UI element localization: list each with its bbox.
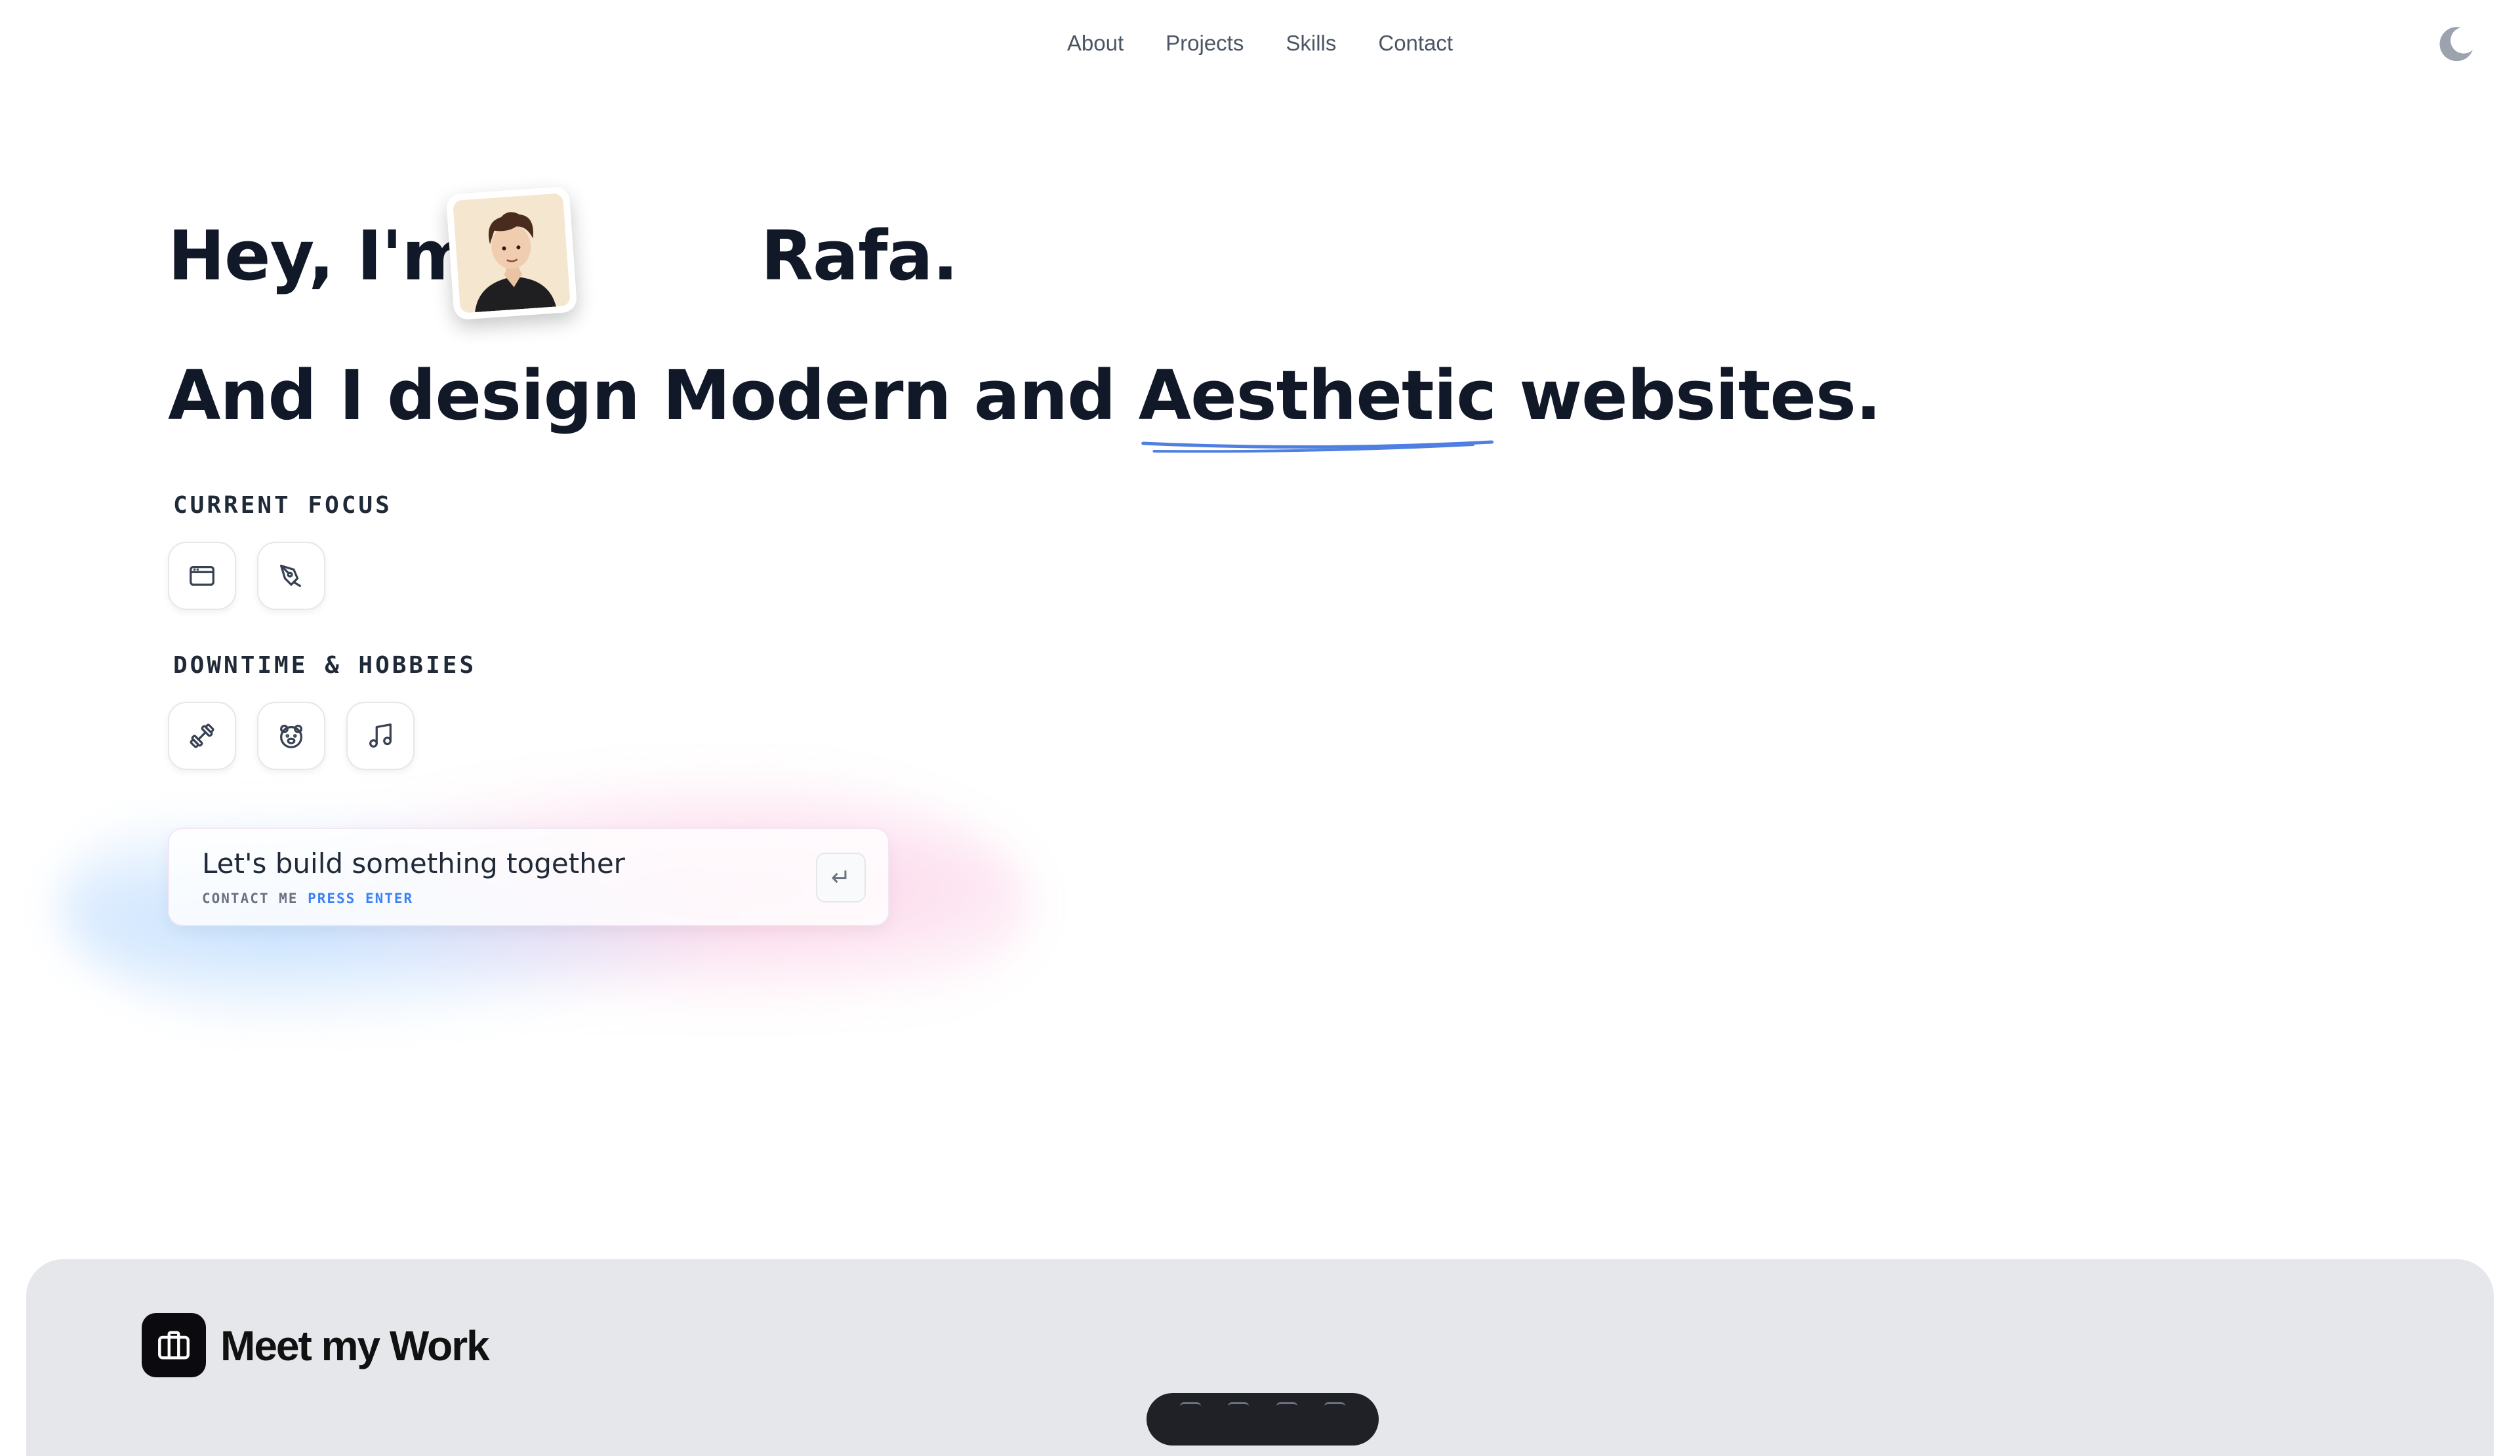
focus-design-tile[interactable] xyxy=(257,542,325,610)
nav-link-about[interactable]: About xyxy=(1067,25,1124,62)
nav-link-projects[interactable]: Projects xyxy=(1166,25,1244,62)
scribble-underline xyxy=(1141,440,1494,453)
avatar xyxy=(445,186,578,321)
enter-key-button[interactable]: ↵ xyxy=(816,853,866,902)
tagline-start: And I design Modern and xyxy=(168,355,1139,435)
music-note-icon xyxy=(369,723,392,748)
focus-web-tile[interactable] xyxy=(168,542,236,610)
cta-subtitle: CONTACT ME PRESS ENTER xyxy=(202,891,413,906)
tagline-highlight: Aesthetic xyxy=(1139,355,1497,453)
hobbies-label: DOWNTIME & HOBBIES xyxy=(173,652,477,679)
theme-toggle-button[interactable] xyxy=(2435,22,2477,64)
avatar-illustration xyxy=(453,193,571,313)
tagline-end: websites. xyxy=(1495,355,1881,435)
browser-window-icon xyxy=(190,565,214,586)
top-nav: About Projects Skills Contact xyxy=(0,25,2520,62)
hobby-pets-tile[interactable] xyxy=(257,702,325,770)
work-section: Meet my Work xyxy=(26,1259,2494,1456)
briefcase-icon xyxy=(142,1313,206,1377)
current-focus-label: CURRENT FOCUS xyxy=(173,492,392,519)
contact-cta[interactable]: Let's build something together CONTACT M… xyxy=(168,828,889,926)
project-dock[interactable] xyxy=(1147,1393,1379,1446)
cta-sub-label: CONTACT ME xyxy=(202,891,298,906)
work-title: Meet my Work xyxy=(220,1322,490,1369)
hero-name: Rafa. xyxy=(760,216,958,296)
current-focus-icons xyxy=(168,542,325,610)
nav-link-skills[interactable]: Skills xyxy=(1286,25,1336,62)
nav-link-contact[interactable]: Contact xyxy=(1378,25,1453,62)
bear-face-icon xyxy=(280,725,302,748)
cta-title: Let's build something together xyxy=(202,847,625,880)
cta-sub-accent: PRESS ENTER xyxy=(308,891,414,906)
hobby-gym-tile[interactable] xyxy=(168,702,236,770)
pen-tool-icon xyxy=(280,565,302,587)
hero-tagline: And I design Modern and Aesthetic websit… xyxy=(168,355,1881,453)
dumbbell-icon xyxy=(190,723,214,748)
greeting-text: Hey, I'm xyxy=(168,216,473,296)
moon-icon xyxy=(2439,27,2473,62)
enter-key-icon: ↵ xyxy=(830,864,851,891)
